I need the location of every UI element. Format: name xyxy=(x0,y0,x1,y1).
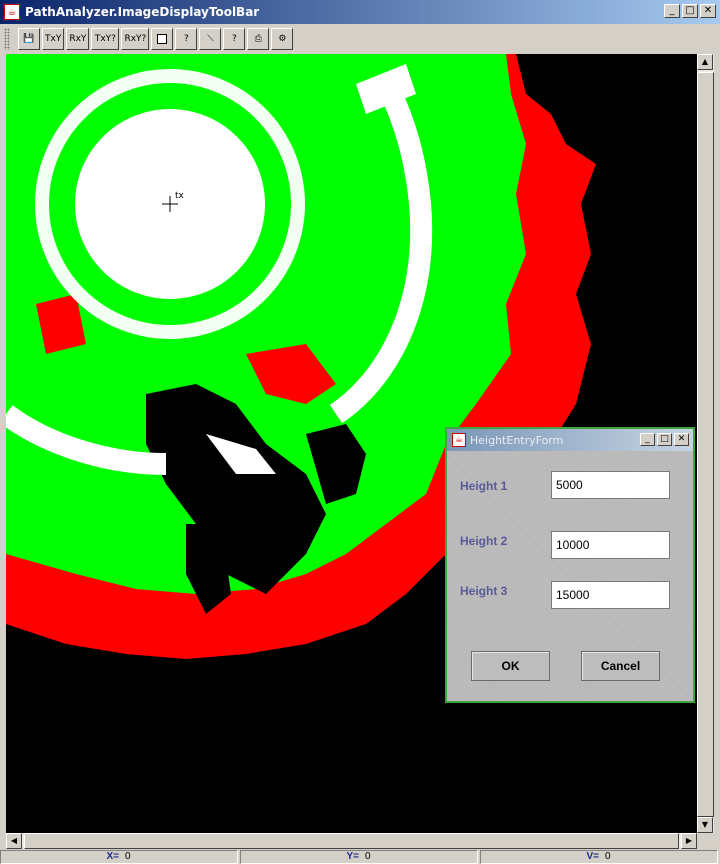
y-label: Y= xyxy=(346,851,359,862)
dialog-window-controls: _ □ ✕ xyxy=(640,433,689,446)
height-3-label: Height 3 xyxy=(460,584,508,598)
vertical-scroll-thumb[interactable] xyxy=(697,72,714,817)
scroll-up-button[interactable]: ▲ xyxy=(697,54,713,70)
v-label: V= xyxy=(586,851,599,862)
square-glyph xyxy=(157,33,168,44)
tx-antenna-icon[interactable]: TxY xyxy=(42,28,65,50)
horizontal-scrollbar[interactable]: ◀ ▶ xyxy=(6,833,697,849)
settings-icon[interactable]: ⚙ xyxy=(271,28,294,50)
dialog-close-button[interactable]: ✕ xyxy=(674,433,689,446)
square-query-icon[interactable]: ? xyxy=(175,28,198,50)
dialog-minimize-button[interactable]: _ xyxy=(640,433,655,446)
rx-antenna-icon[interactable]: RxY xyxy=(66,28,90,50)
height-3-input[interactable] xyxy=(551,581,670,609)
height-1-input[interactable] xyxy=(551,471,670,499)
height-1-label: Height 1 xyxy=(460,479,508,493)
x-label: X= xyxy=(106,851,119,862)
java-cup-icon: ☕ xyxy=(4,4,20,20)
close-button[interactable]: ✕ xyxy=(700,4,716,18)
vertical-scrollbar[interactable]: ▲ ▼ xyxy=(697,54,714,833)
height-entry-dialog: ☕ HeightEntryForm _ □ ✕ Height 1 Height … xyxy=(445,427,695,703)
app-window: ☕ PathAnalyzer.ImageDisplayToolBar _ □ ✕… xyxy=(0,0,720,864)
window-title: PathAnalyzer.ImageDisplayToolBar xyxy=(25,5,260,19)
status-bar: X= 0 Y= 0 V= 0 xyxy=(0,850,720,864)
toolbar-grip[interactable] xyxy=(4,28,10,50)
java-cup-icon: ☕ xyxy=(452,433,466,447)
height-2-input[interactable] xyxy=(551,531,670,559)
query-icon[interactable]: ? xyxy=(223,28,246,50)
x-coordinate-cell: X= 0 xyxy=(0,850,238,864)
tx-label: tx xyxy=(175,191,185,201)
line-icon[interactable]: ⟍ xyxy=(199,28,222,50)
horizontal-scroll-thumb[interactable] xyxy=(24,833,679,849)
save-icon[interactable]: 💾 xyxy=(18,28,40,50)
x-value: 0 xyxy=(125,851,131,862)
cancel-button[interactable]: Cancel xyxy=(581,651,660,681)
y-value: 0 xyxy=(365,851,371,862)
height-2-label: Height 2 xyxy=(460,534,508,548)
title-bar[interactable]: ☕ PathAnalyzer.ImageDisplayToolBar _ □ ✕ xyxy=(0,0,720,24)
tx-query-icon[interactable]: TxY? xyxy=(91,28,120,50)
toolbar: 💾 TxY RxY TxY? RxY? ? ⟍ ? ⎙ ⚙ xyxy=(0,24,720,54)
square-icon[interactable] xyxy=(151,28,174,50)
rx-query-icon[interactable]: RxY? xyxy=(121,28,150,50)
dialog-title: HeightEntryForm xyxy=(470,433,564,447)
maximize-button[interactable]: □ xyxy=(682,4,698,18)
minimize-button[interactable]: _ xyxy=(664,4,680,18)
scroll-left-button[interactable]: ◀ xyxy=(6,833,22,849)
window-controls: _ □ ✕ xyxy=(664,4,716,18)
print-icon[interactable]: ⎙ xyxy=(247,28,270,50)
scroll-down-button[interactable]: ▼ xyxy=(697,817,713,833)
dialog-maximize-button[interactable]: □ xyxy=(657,433,672,446)
y-coordinate-cell: Y= 0 xyxy=(240,850,478,864)
v-value: 0 xyxy=(605,851,611,862)
ok-button[interactable]: OK xyxy=(471,651,550,681)
scroll-right-button[interactable]: ▶ xyxy=(681,833,697,849)
value-cell: V= 0 xyxy=(480,850,718,864)
dialog-title-bar[interactable]: ☕ HeightEntryForm _ □ ✕ xyxy=(447,429,693,451)
